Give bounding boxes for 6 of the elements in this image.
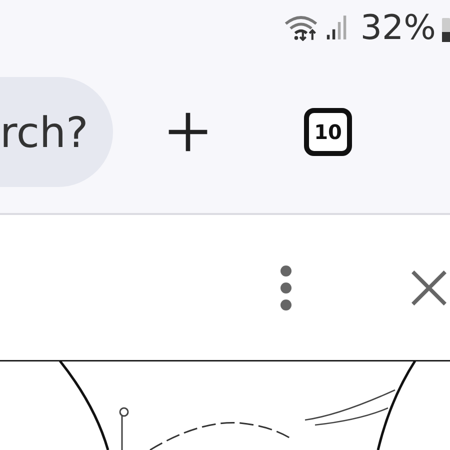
battery-percentage: 32% [360, 8, 436, 48]
search-field[interactable]: rch? [0, 77, 113, 187]
signal-icon [326, 14, 348, 41]
more-options-icon[interactable] [280, 265, 292, 311]
tab-count-button[interactable]: 10 [304, 108, 352, 156]
close-icon[interactable] [410, 269, 448, 307]
